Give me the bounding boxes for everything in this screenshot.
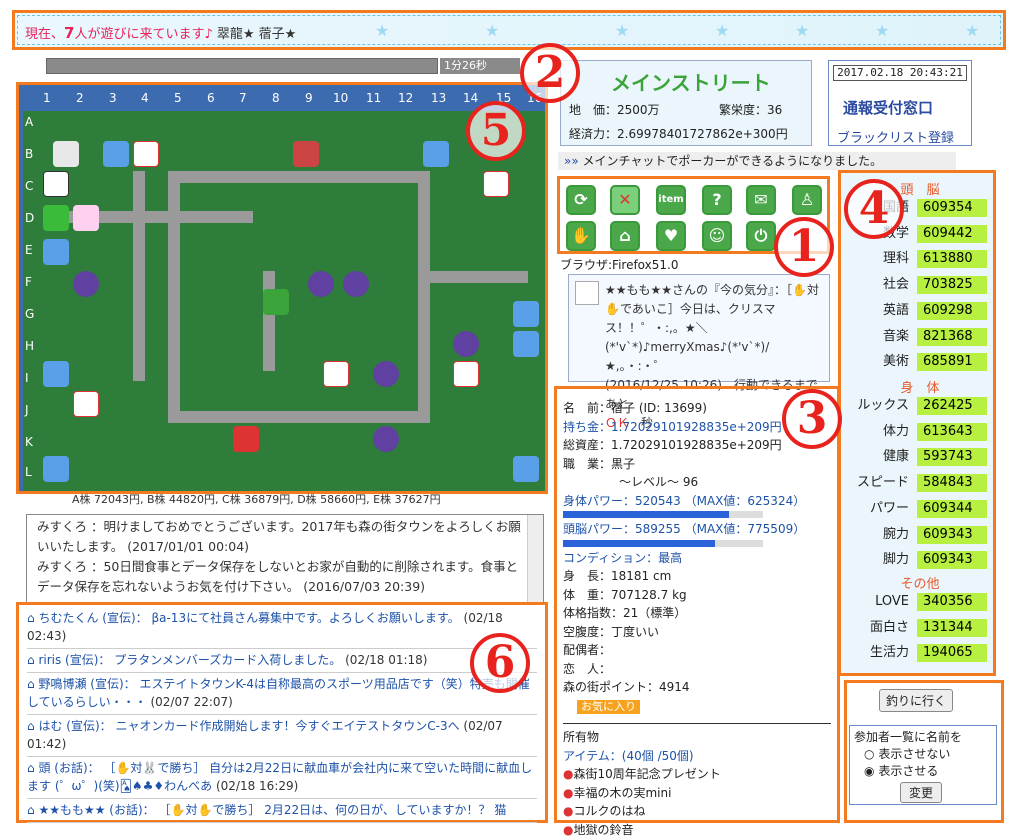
avatar (575, 281, 599, 305)
stat-row: 理科 613880 (845, 248, 995, 270)
timer-label: 1分26秒 (440, 58, 520, 74)
stat-row: 英語 609298 (845, 300, 995, 322)
stats-panel: 頭 脳 国語609354数学609442理科613880社会703825英語60… (838, 170, 996, 676)
ads-feed: ⌂ ちむたくん (宣伝)： βa-13にて社員さん募集中です。よろしくお願いしま… (16, 602, 548, 823)
smile-icon[interactable]: ☺ (702, 221, 732, 251)
stat-row: ルックス 262425 (845, 395, 995, 417)
ad-item[interactable]: ⌂ riris (宣伝)： プラタンメンバーズカード入荷しました。 (02/18… (27, 649, 537, 673)
annotation-5: 5 (466, 96, 526, 161)
side-controls: 釣りに行く 参加者一覧に名前を ○ 表示させない ◉ 表示させる 変更 (844, 680, 1004, 823)
report-link[interactable]: 通報受付窓口 (843, 97, 933, 118)
users-icon[interactable]: ♙ (792, 185, 822, 215)
stat-row: 生活力 194065 (845, 642, 995, 664)
ad-item[interactable]: ⌂ 頭 (お話)： ［✋対🐰で勝ち］ 自分は2月22日に献血車が会社内に来て空い… (27, 757, 537, 799)
notice-bar: »» メインチャットでポーカーができるようになりました。 (558, 152, 956, 170)
street-title: メインストリート (611, 71, 771, 95)
ad-item[interactable]: ⌂ ★★もも★★ (お話)： ［✋対✋で勝ち］ 2月22日は、何の日が、していま… (27, 799, 537, 823)
feed-icon: ⌂ (27, 803, 35, 817)
street-info: メインストリート 地 価：2500万 繁栄度：36 経済力：2.69978401… (560, 60, 812, 146)
profile-panel: 名 前：蓿子 (ID: 13699) 持ち金：1.72029101928835e… (554, 386, 840, 837)
map-grid[interactable] (23, 111, 545, 491)
annotation-3: 3 (782, 384, 842, 449)
stat-row: 脚力 609343 (845, 549, 995, 571)
mood-box: ★★もも★★さんの『今の気分』：［✋対✋であいこ］今日は、クリスマス！！゜・:,… (568, 274, 830, 430)
stat-row: 社会 703825 (845, 274, 995, 296)
main-chat-log[interactable]: みすくろ ：明けましておめでとうございます。2017年も森の街タウンをよろしくお… (26, 514, 544, 604)
stat-row: 健康 593743 (845, 446, 995, 468)
ad-item[interactable]: ⌂ ちむたくん (宣伝)： βa-13にて社員さん募集中です。よろしくお願いしま… (27, 607, 537, 649)
fishing-button[interactable]: 釣りに行く (879, 689, 954, 712)
change-button[interactable]: 変更 (900, 782, 943, 803)
annotation-2: 2 (520, 38, 580, 103)
radio-show[interactable]: ◉ (864, 764, 874, 778)
refresh-icon[interactable]: ⟳ (566, 185, 596, 215)
stat-row: パワー 609344 (845, 498, 995, 520)
feed-icon: ⌂ (27, 761, 35, 775)
hand-icon[interactable]: ✋ (566, 221, 596, 251)
feed-icon: ⌂ (27, 719, 35, 733)
online-names[interactable]: 翠龍★ 蓿子★ (217, 27, 296, 42)
favorite-button[interactable]: お気に入り (577, 699, 640, 714)
datetime: 2017.02.18 20:43:21 (833, 65, 967, 81)
no-entry-icon[interactable]: ✕ (610, 185, 640, 215)
annotation-6: 6 (470, 628, 530, 693)
mail-icon[interactable]: ✉ (746, 185, 776, 215)
annotation-1: 1 (774, 212, 834, 277)
online-banner: 現在、7人が遊びに来ています♪ 翠龍★ 蓿子★ ★ ★ ★ ★ ★ ★ ★ (12, 10, 1006, 50)
feed-icon: ⌂ (27, 677, 35, 691)
timer-bar (46, 58, 438, 74)
stat-row: スピード 584843 (845, 472, 995, 494)
stat-row: 腕力 609343 (845, 524, 995, 546)
chat-scrollbar[interactable] (527, 515, 543, 603)
stock-prices: A株 72043円, B株 44820円, C株 36879円, D株 5866… (72, 493, 441, 506)
stat-row: 音楽 821368 (845, 326, 995, 348)
heart-icon[interactable]: ♥ (656, 221, 686, 251)
blacklist-link[interactable]: ブラックリスト登録 (837, 127, 954, 146)
feed-icon: ⌂ (27, 653, 35, 667)
item-icon[interactable]: item (656, 185, 686, 215)
item-list: ●森街10周年記念プレゼント ●幸福の木の実mini ●コルクのはね ●地獄の鈴… (563, 767, 721, 837)
brain-power-bar (563, 539, 763, 547)
ad-item[interactable]: ⌂ はむ (宣伝)： ニャオンカード作成開始します！今すぐエイテストタウンC-3… (27, 715, 537, 757)
body-power-bar (563, 511, 763, 518)
home-icon[interactable]: ⌂ (610, 221, 640, 251)
clock-panel: 2017.02.18 20:43:21 通報受付窓口 ブラックリスト登録 (828, 60, 972, 146)
annotation-4: 4 (844, 174, 904, 239)
stat-row: 体力 613643 (845, 421, 995, 443)
feed-icon: ⌂ (27, 611, 35, 625)
power-icon[interactable]: ⏻ (746, 221, 776, 251)
stat-row: 美術 685891 (845, 351, 995, 373)
radio-hide[interactable]: ○ (864, 747, 874, 761)
ad-item[interactable]: ⌂ 野鳴博瀬 (宣伝)： エステイトタウンK-4は自称最高のスポーツ用品店です（… (27, 673, 537, 715)
stat-row: 面白さ 131344 (845, 617, 995, 639)
stat-row: LOVE 340356 (845, 591, 995, 613)
question-icon[interactable]: ? (702, 185, 732, 215)
browser-info: ブラウザ:Firefox51.0 (560, 258, 679, 272)
